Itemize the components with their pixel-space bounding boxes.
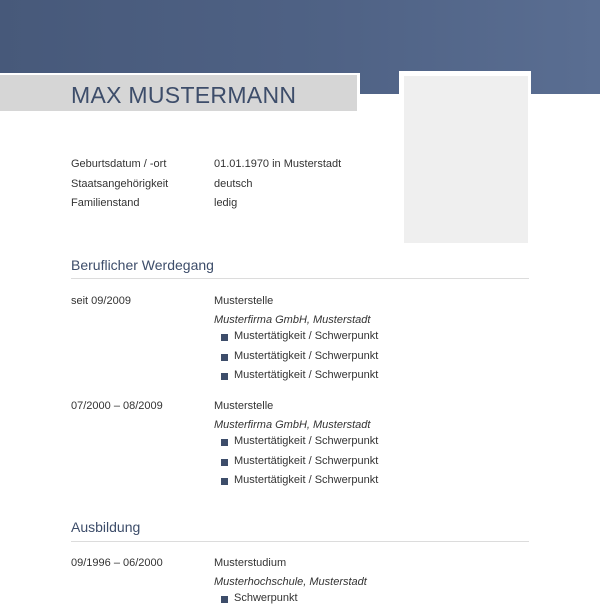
photo-placeholder — [404, 76, 528, 243]
section-title-career: Beruflicher Werdegang — [71, 257, 214, 273]
cv-name: MAX MUSTERMANN — [71, 82, 297, 108]
personal-label: Staatsangehörigkeit — [71, 177, 169, 190]
task-text: Mustertätigkeit / Schwerpunkt — [234, 330, 379, 342]
entry-date: seit 09/2009 — [71, 295, 131, 307]
square-bullet-icon — [221, 458, 228, 466]
section-divider — [71, 541, 529, 542]
square-bullet-icon — [221, 353, 228, 361]
entry-company: Musterfirma GmbH, Musterstadt — [214, 419, 371, 431]
entry-date: 07/2000 – 08/2009 — [71, 400, 163, 412]
task-text: Mustertätigkeit / Schwerpunkt — [234, 474, 379, 486]
square-bullet-icon — [221, 334, 228, 341]
entry-date: 09/1996 – 06/2000 — [71, 557, 163, 569]
section-divider — [71, 278, 529, 279]
entry-company: Musterfirma GmbH, Musterstadt — [214, 314, 371, 326]
personal-value: 01.01.1970 in Musterstadt — [214, 158, 342, 170]
personal-label: Familienstand — [71, 197, 140, 209]
section-title-education: Ausbildung — [71, 519, 141, 535]
entry-position: Musterstelle — [214, 400, 274, 412]
task-text: Mustertätigkeit / Schwerpunkt — [234, 369, 379, 381]
square-bullet-icon — [221, 439, 228, 446]
personal-value: ledig — [214, 197, 238, 209]
square-bullet-icon — [221, 478, 228, 485]
task-text: Schwerpunkt — [234, 592, 298, 604]
task-text: Mustertätigkeit / Schwerpunkt — [234, 349, 379, 362]
entry-position: Musterstelle — [214, 295, 274, 307]
task-text: Mustertätigkeit / Schwerpunkt — [234, 435, 379, 447]
square-bullet-icon — [221, 373, 228, 380]
personal-value: deutsch — [214, 177, 253, 190]
personal-label: Geburtsdatum / -ort — [71, 158, 167, 170]
task-text: Mustertätigkeit / Schwerpunkt — [234, 454, 379, 467]
entry-company: Musterhochschule, Musterstadt — [214, 576, 367, 588]
entry-position: Musterstudium — [214, 557, 287, 569]
